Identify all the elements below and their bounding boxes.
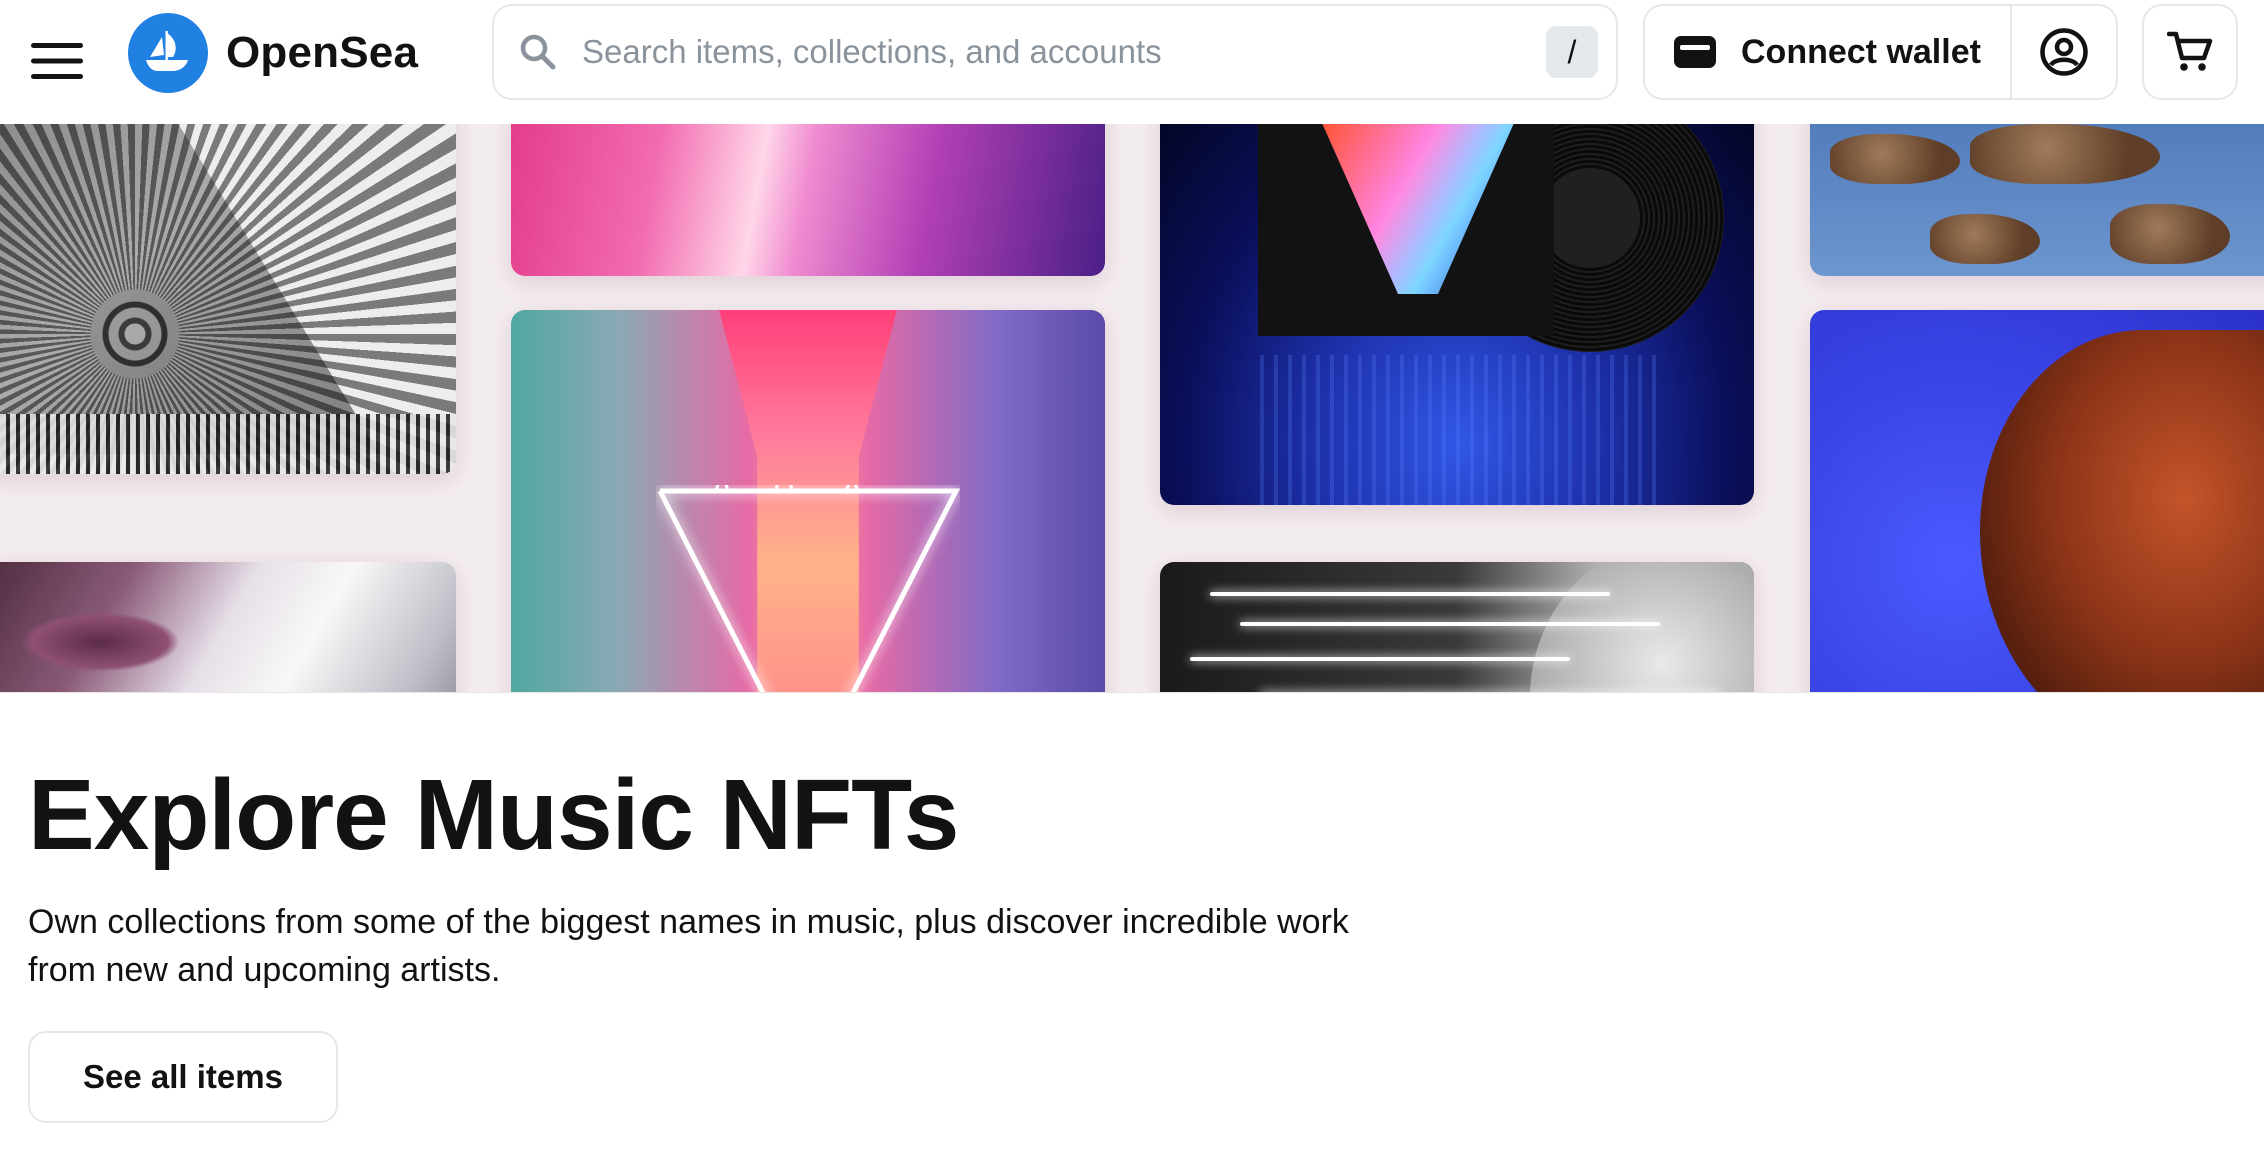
connect-wallet-label: Connect wallet bbox=[1741, 32, 1981, 71]
nft-artwork-tile[interactable] bbox=[511, 124, 1105, 276]
cart-button[interactable] bbox=[2142, 4, 2238, 100]
logo-text: OpenSea bbox=[226, 28, 419, 77]
nft-artwork-tile[interactable] bbox=[1810, 310, 2264, 692]
page-description: Own collections from some of the biggest… bbox=[28, 903, 1349, 989]
wallet-group: Connect wallet bbox=[1643, 4, 2118, 100]
hero-banner bbox=[0, 124, 2264, 693]
nft-artwork-tile[interactable] bbox=[0, 124, 456, 474]
menu-icon bbox=[31, 43, 83, 79]
search-shortcut-key: / bbox=[1546, 26, 1598, 78]
account-icon bbox=[2040, 28, 2088, 76]
nft-artwork-tile[interactable] bbox=[1160, 562, 1754, 692]
see-all-items-button[interactable]: See all items bbox=[28, 1031, 338, 1123]
search-bar[interactable]: / bbox=[492, 4, 1618, 100]
account-button[interactable] bbox=[2010, 6, 2116, 98]
nft-artwork-tile[interactable] bbox=[0, 562, 456, 692]
menu-button[interactable] bbox=[26, 30, 88, 92]
search-icon bbox=[516, 30, 560, 74]
top-nav: OpenSea / Connect wallet bbox=[0, 0, 2264, 124]
wallet-icon bbox=[1674, 36, 1716, 68]
opensea-logo-icon bbox=[128, 13, 208, 93]
page-title: Explore Music NFTs bbox=[28, 759, 959, 871]
hero-content: Explore Music NFTs Own collections from … bbox=[28, 756, 1428, 994]
connect-wallet-button[interactable]: Connect wallet bbox=[1645, 6, 2010, 98]
nft-artwork-tile[interactable] bbox=[511, 310, 1105, 692]
cart-icon bbox=[2167, 31, 2213, 71]
nft-artwork-tile[interactable] bbox=[1810, 124, 2264, 276]
opensea-logo-link[interactable]: OpenSea bbox=[128, 13, 418, 93]
nft-artwork-tile[interactable] bbox=[1160, 124, 1754, 505]
search-input[interactable] bbox=[582, 33, 1546, 71]
